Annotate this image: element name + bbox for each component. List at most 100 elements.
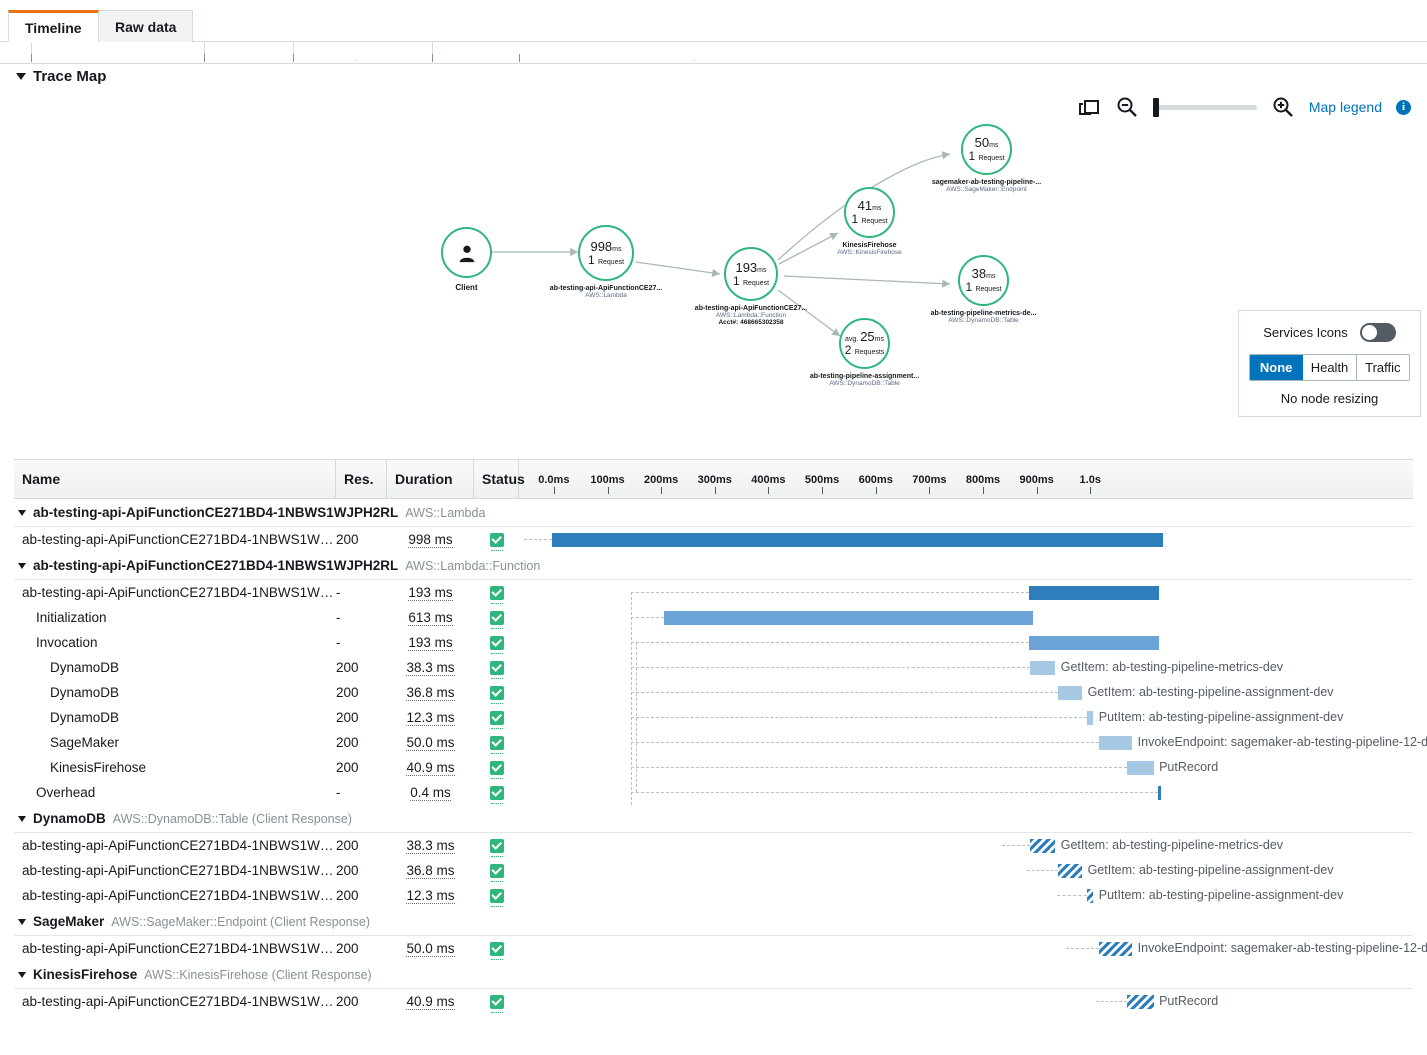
services-icons-toggle[interactable]: [1359, 323, 1396, 342]
column-header-status[interactable]: Status: [474, 460, 525, 498]
table-row[interactable]: ab-testing-api-ApiFunctionCE271BD4-1NBWS…: [14, 527, 1413, 552]
map-node-sagemaker[interactable]: 50ms 1 Request sagemaker-ab-testing-pipe…: [932, 124, 1041, 193]
trace-map-canvas[interactable]: Client 998ms 1 Request ab-testing-api-Ap…: [0, 92, 1427, 442]
table-row[interactable]: DynamoDB 200 36.8 ms GetItem: ab-testing-pi…: [14, 680, 1413, 705]
duration-bar[interactable]: [1030, 661, 1056, 675]
column-header-name[interactable]: Name: [14, 460, 336, 498]
timeline-group-header[interactable]: DynamoDB AWS::DynamoDB::Table (Client Res…: [14, 805, 1413, 833]
duration-bar[interactable]: [1058, 864, 1083, 878]
duration-bar[interactable]: [1028, 586, 1160, 600]
status-badge: [474, 685, 519, 704]
row-bar-track: InvokeEndpoint: sagemaker-ab-testing-pip…: [519, 936, 1427, 961]
table-row[interactable]: ab-testing-api-ApiFunctionCE271BD4-1NBWS…: [14, 580, 1413, 805]
map-node-lambda-requests: 1 Request: [587, 252, 625, 267]
row-response-code: -: [336, 635, 341, 650]
bar-connector-dash: [1026, 870, 1059, 871]
map-node-ddb-metrics-circle[interactable]: 38ms 1 Request: [958, 255, 1009, 306]
status-badge: [474, 863, 519, 882]
chevron-down-icon: [18, 971, 26, 978]
timeline-group-header[interactable]: KinesisFirehose AWS::KinesisFirehose (Cli…: [14, 961, 1413, 989]
duration-bar[interactable]: [1126, 761, 1154, 775]
trace-map-toggle[interactable]: Trace Map: [16, 68, 106, 85]
duration-bar[interactable]: [1086, 889, 1094, 903]
duration-bar[interactable]: [1126, 995, 1154, 1009]
status-badge: [474, 710, 519, 729]
duration-bar[interactable]: [552, 533, 1163, 547]
bar-label: PutItem: ab-testing-pipeline-assignment-…: [1098, 710, 1344, 724]
table-row[interactable]: SageMaker 200 50.0 ms InvokeEndpoint: sagem…: [14, 730, 1427, 755]
axis-tick: 1.0s: [1080, 470, 1111, 494]
mode-button-health[interactable]: Health: [1303, 355, 1357, 380]
map-node-ddb-metrics[interactable]: 38ms 1 Request ab-testing-pipeline-metri…: [931, 255, 1036, 324]
map-node-sagemaker-requests: 1 Request: [968, 149, 1005, 164]
row-bar-track: PutItem: ab-testing-pipeline-assignment-…: [519, 705, 1413, 730]
duration-bar[interactable]: [1028, 636, 1160, 650]
axis-tick-label: 500ms: [804, 474, 840, 486]
table-row[interactable]: ab-testing-api-ApiFunctionCE271BD4-1NBWS…: [14, 883, 1413, 908]
map-node-lambda-function[interactable]: 193ms 1 Request ab-testing-api-ApiFuncti…: [695, 247, 807, 326]
bar-connector-dash: [1001, 845, 1031, 846]
row-name: Initialization: [36, 610, 107, 625]
table-row[interactable]: Invocation - 193 ms: [14, 630, 1413, 655]
bar-label: GetItem: ab-testing-pipeline-assignment-…: [1087, 685, 1334, 699]
map-node-kinesisfirehose[interactable]: 41ms 1 Request KinesisFirehose AWS::Kine…: [837, 187, 902, 256]
table-row[interactable]: ab-testing-api-ApiFunctionCE271BD4-1NBWS…: [14, 833, 1413, 858]
duration-bar[interactable]: [1030, 839, 1056, 853]
row-duration: 193 ms: [408, 635, 453, 651]
duration-bar[interactable]: [1086, 711, 1094, 725]
tab-raw-data[interactable]: Raw data: [98, 10, 194, 42]
map-node-client[interactable]: Client: [441, 227, 492, 292]
tab-timeline[interactable]: Timeline: [8, 10, 99, 42]
table-row[interactable]: Initialization - 613 ms: [14, 605, 1413, 630]
timeline-group-header[interactable]: ab-testing-api-ApiFunctionCE271BD4-1NBWS…: [14, 552, 1413, 580]
row-name: ab-testing-api-ApiFunctionCE271BD4-1NBWS…: [22, 532, 334, 547]
table-row[interactable]: KinesisFirehose 200 40.9 ms PutRecord: [14, 755, 1413, 780]
bar-label: PutItem: ab-testing-pipeline-assignment-…: [1098, 888, 1344, 902]
table-row[interactable]: ab-testing-api-ApiFunctionCE271BD4-1NBWS…: [14, 858, 1413, 883]
map-node-client-circle[interactable]: [441, 227, 492, 278]
table-row[interactable]: DynamoDB 200 38.3 ms GetItem: ab-testing-pi…: [14, 655, 1413, 680]
row-name: ab-testing-api-ApiFunctionCE271BD4-1NBWS…: [22, 838, 334, 853]
check-icon: [489, 635, 504, 650]
bar-connector-dash: [1066, 948, 1100, 949]
row-bar-track: PutRecord: [519, 989, 1413, 1014]
axis-tick: 500ms: [805, 470, 856, 494]
map-node-ddb-assignment[interactable]: avg. 25ms 2 Requests ab-testing-pipeline…: [810, 318, 919, 387]
table-row[interactable]: Overhead - 0.4 ms: [14, 780, 1413, 805]
table-row[interactable]: ab-testing-api-ApiFunctionCE271BD4-1NBWS…: [14, 989, 1413, 1014]
check-icon: [489, 685, 504, 700]
duration-bar[interactable]: [1099, 942, 1133, 956]
column-header-duration[interactable]: Duration: [387, 460, 474, 498]
bar-label: PutRecord: [1159, 760, 1219, 774]
map-node-ddb-assignment-circle[interactable]: avg. 25ms 2 Requests: [839, 318, 890, 369]
node-resizing-note: No node resizing: [1280, 391, 1379, 406]
map-node-lambda-function-circle[interactable]: 193ms 1 Request: [724, 247, 778, 301]
table-row[interactable]: DynamoDB 200 12.3 ms PutItem: ab-testing-pi…: [14, 705, 1413, 730]
status-badge: [474, 585, 519, 604]
duration-bar[interactable]: [1058, 686, 1083, 700]
check-icon: [489, 585, 504, 600]
table-row[interactable]: ab-testing-api-ApiFunctionCE271BD4-1NBWS…: [14, 936, 1427, 961]
duration-bar[interactable]: [1158, 786, 1162, 800]
status-badge: [474, 760, 519, 779]
timeline-group-name: ab-testing-api-ApiFunctionCE271BD4-1NBWS…: [33, 558, 399, 573]
row-duration: 12.3 ms: [406, 710, 455, 726]
row-response-code: 200: [336, 685, 359, 700]
duration-bar[interactable]: [663, 611, 1034, 625]
map-node-lambda[interactable]: 998ms 1 Request ab-testing-api-ApiFuncti…: [550, 225, 662, 299]
mode-button-none[interactable]: None: [1250, 355, 1304, 380]
map-node-kinesisfirehose-requests: 1 Request: [851, 212, 888, 227]
mode-button-traffic[interactable]: Traffic: [1356, 355, 1409, 380]
timeline-group-header[interactable]: SageMaker AWS::SageMaker::Endpoint (Clien…: [14, 908, 1413, 936]
column-header-res[interactable]: Res.: [336, 460, 387, 498]
map-node-sagemaker-circle[interactable]: 50ms 1 Request: [961, 124, 1012, 175]
timeline-group-header[interactable]: ab-testing-api-ApiFunctionCE271BD4-1NBWS…: [14, 499, 1413, 527]
check-icon: [489, 735, 504, 750]
timeline-group-type: AWS::DynamoDB::Table (Client Response): [112, 811, 352, 826]
map-node-kinesisfirehose-circle[interactable]: 41ms 1 Request: [844, 187, 895, 238]
duration-bar[interactable]: [1099, 736, 1133, 750]
status-badge: [474, 888, 519, 907]
map-node-lambda-circle[interactable]: 998ms 1 Request: [578, 225, 634, 281]
map-node-kinesisfirehose-duration: 41ms: [857, 198, 882, 214]
row-response-code: 200: [336, 760, 359, 775]
